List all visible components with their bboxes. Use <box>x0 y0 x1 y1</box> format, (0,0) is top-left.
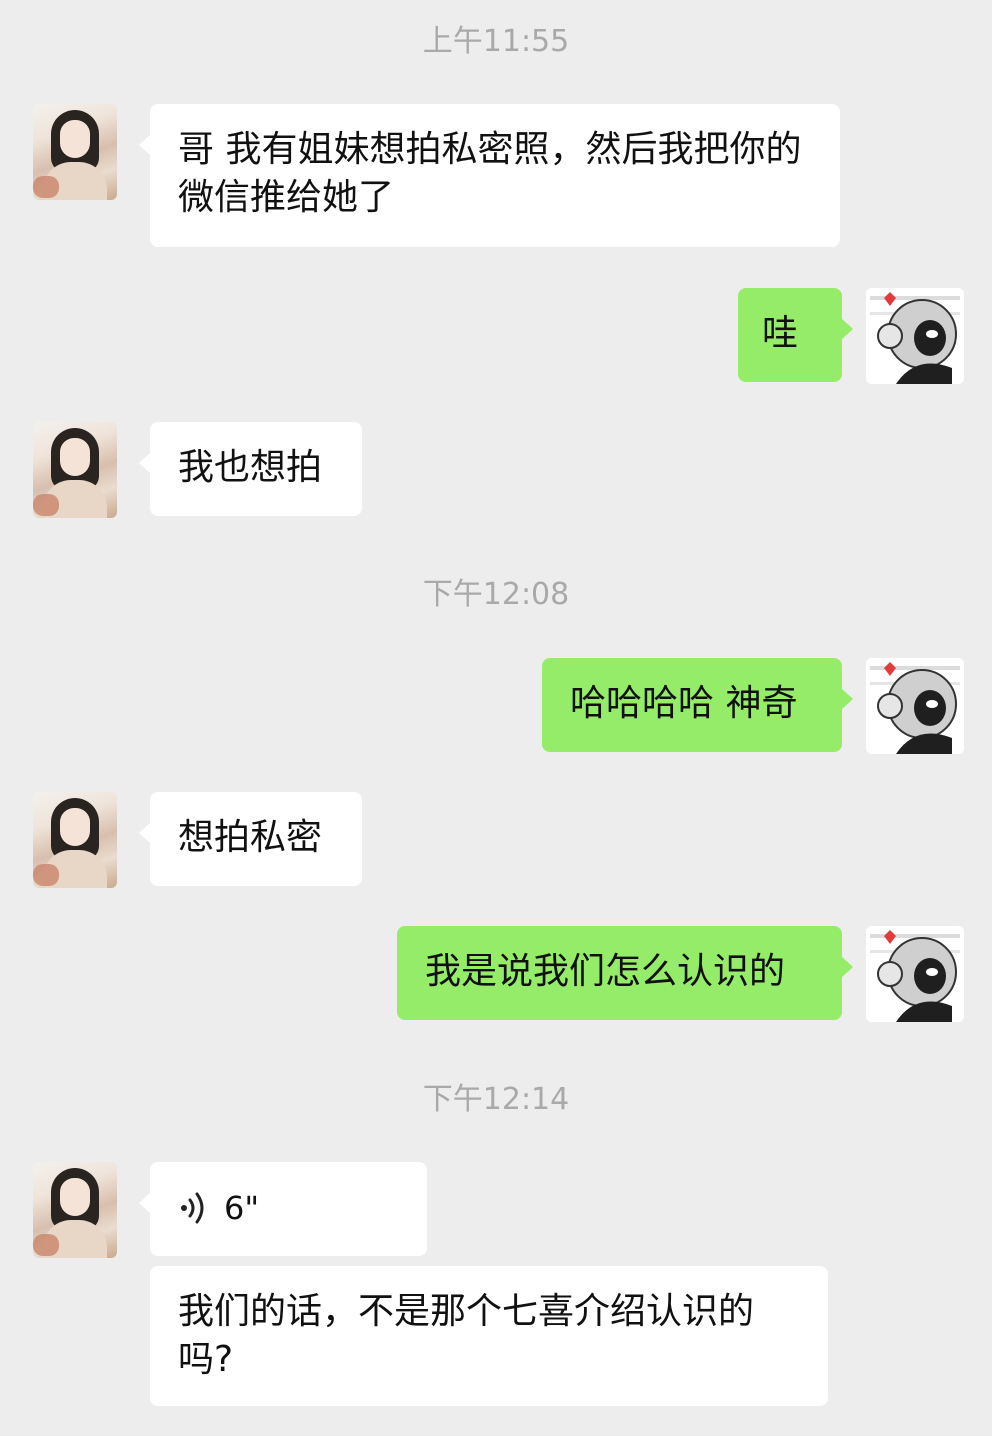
incoming-message-bubble[interactable]: 想拍私密 <box>139 792 362 886</box>
user-avatar[interactable] <box>866 926 964 1022</box>
user-avatar[interactable] <box>866 658 964 754</box>
contact-avatar[interactable] <box>33 792 117 888</box>
timestamp: 下午12:08 <box>422 577 570 612</box>
monkey-avatar-icon <box>866 658 964 754</box>
outgoing-message-bubble[interactable]: 哇 <box>738 288 853 382</box>
message-text: 我们的话，不是那个七喜介绍认识的吗? <box>178 1291 755 1380</box>
timestamp: 下午12:14 <box>422 1082 570 1117</box>
monkey-avatar-icon <box>866 288 964 384</box>
outgoing-message-bubble[interactable]: 哈哈哈哈 神奇 <box>542 658 853 752</box>
outgoing-message-bubble[interactable]: 我是说我们怎么认识的 <box>397 926 853 1020</box>
timestamp: 上午11:55 <box>422 24 570 59</box>
message-text: 哇 <box>762 313 799 354</box>
voice-wave-icon <box>181 1192 204 1224</box>
contact-avatar[interactable] <box>33 1162 117 1258</box>
chat-area[interactable]: 上午11:55 哥 我有姐妹想拍私密照，然后我把你的微信推给她了 哇 我也想拍 … <box>0 0 992 1436</box>
contact-avatar[interactable] <box>33 104 117 200</box>
contact-avatar[interactable] <box>33 422 117 518</box>
monkey-avatar-icon <box>866 926 964 1022</box>
incoming-message-bubble[interactable]: 哥 我有姐妹想拍私密照，然后我把你的微信推给她了 <box>139 104 840 247</box>
message-text: 哥 我有姐妹想拍私密照，然后我把你的微信推给她了 <box>178 129 802 218</box>
message-text: 我是说我们怎么认识的 <box>425 951 786 992</box>
message-text: 哈哈哈哈 神奇 <box>570 683 798 724</box>
message-text: 我也想拍 <box>178 447 323 488</box>
message-text: 想拍私密 <box>178 817 323 858</box>
voice-duration: 6" <box>224 1189 260 1227</box>
voice-message-bubble[interactable]: 6" <box>139 1162 427 1256</box>
user-avatar[interactable] <box>866 288 964 384</box>
incoming-message-bubble[interactable]: 我也想拍 <box>139 422 362 516</box>
voice-transcript-bubble[interactable]: 我们的话，不是那个七喜介绍认识的吗? <box>150 1266 828 1406</box>
